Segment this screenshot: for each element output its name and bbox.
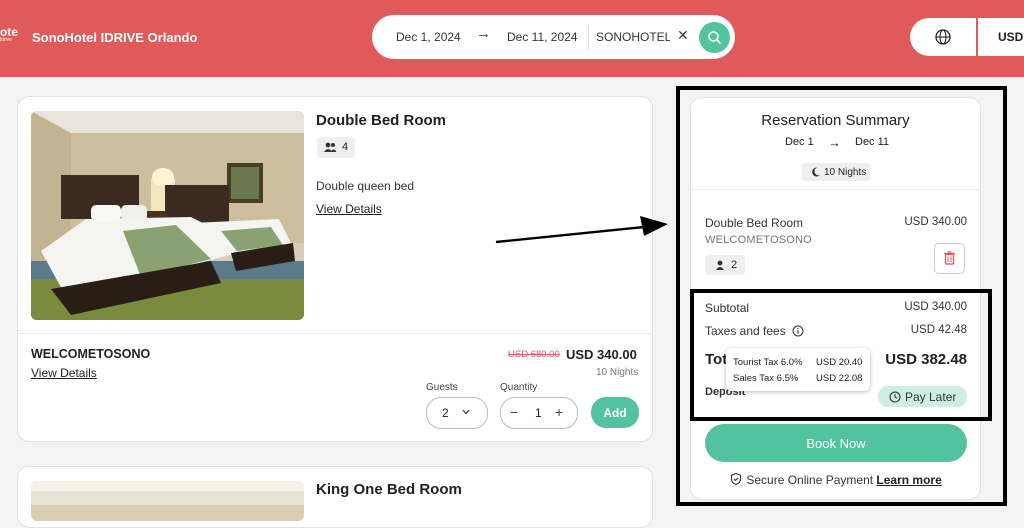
logo-text: ote — [0, 27, 18, 39]
moon-icon — [812, 167, 820, 177]
tax-value: USD 22.08 — [816, 373, 863, 384]
arrow-right-icon: → — [476, 25, 491, 42]
globe-icon — [935, 29, 951, 45]
original-price: USD 680.00 — [508, 349, 560, 360]
divider — [18, 333, 652, 334]
divider — [691, 189, 980, 190]
language-button[interactable] — [910, 18, 976, 56]
room-photo-image — [31, 481, 304, 521]
rate-nights: 10 Nights — [596, 367, 639, 378]
bed-type: Double queen bed — [316, 179, 415, 193]
quantity-label: Quantity — [500, 382, 538, 393]
tax-breakdown-tooltip: Tourist Tax 6.0% USD 20.40 Sales Tax 6.5… — [726, 348, 870, 391]
summary-date-from: Dec 1 — [785, 136, 814, 148]
nights-badge: 10 Nights — [802, 163, 870, 181]
subtotal-label: Subtotal — [705, 301, 750, 315]
shield-check-icon — [730, 472, 742, 486]
user-icon — [716, 260, 724, 270]
summary-guest-badge: 2 — [705, 255, 745, 275]
top-header: ote ldrive SonoHotel IDRIVE Orlando Dec … — [0, 0, 1024, 77]
summary-guest-count: 2 — [731, 259, 738, 271]
tax-name: Tourist Tax 6.0% — [733, 357, 803, 368]
promo-code-input[interactable]: SONOHOTELII — [596, 30, 670, 44]
checkin-date[interactable]: Dec 1, 2024 — [396, 30, 461, 44]
divider — [588, 25, 589, 49]
taxes-value: USD 42.48 — [910, 324, 967, 336]
summary-title: Reservation Summary — [761, 112, 910, 129]
pay-later-badge[interactable]: Pay Later — [878, 386, 967, 407]
summary-room-price: USD 340.00 — [904, 216, 967, 228]
capacity-count: 4 — [342, 141, 349, 153]
rate-details-link[interactable]: View Details — [31, 366, 97, 380]
capacity-badge: 4 — [317, 137, 355, 158]
chevron-down-icon — [462, 409, 470, 415]
quantity-stepper: − 1 + — [500, 397, 578, 429]
summary-room-name: Double Bed Room — [705, 216, 804, 230]
hotel-name: SonoHotel IDRIVE Orlando — [32, 30, 198, 45]
subtotal-value: USD 340.00 — [904, 301, 967, 313]
plus-icon[interactable]: + — [555, 404, 563, 420]
taxes-label: Taxes and fees — [705, 324, 786, 338]
room-photo[interactable] — [31, 481, 304, 521]
users-icon — [324, 142, 337, 152]
remove-room-button[interactable] — [934, 243, 965, 274]
tax-value: USD 20.40 — [816, 357, 863, 368]
guests-value: 2 — [442, 406, 449, 420]
room-title: Double Bed Room — [316, 112, 446, 129]
book-now-button[interactable]: Book Now — [705, 424, 967, 462]
currency-label: USD — [998, 30, 1024, 44]
room-card: King One Bed Room — [17, 466, 653, 528]
room-card: Double Bed Room 4 Double queen bed View … — [17, 96, 653, 442]
nights-count: 10 Nights — [824, 167, 867, 178]
view-details-link[interactable]: View Details — [316, 202, 382, 216]
search-button[interactable] — [699, 22, 730, 53]
currency-button[interactable]: USD — [978, 18, 1024, 56]
minus-icon[interactable]: − — [510, 404, 518, 420]
quantity-value: 1 — [535, 406, 542, 420]
add-room-button[interactable]: Add — [591, 397, 639, 428]
guests-select[interactable]: 2 — [426, 397, 488, 429]
guests-label: Guests — [426, 382, 458, 393]
secure-payment-note: Secure Online Payment Learn more — [729, 472, 942, 487]
secure-payment-text: Secure Online Payment — [746, 473, 874, 487]
tax-name: Sales Tax 6.5% — [733, 373, 799, 384]
search-bar: Dec 1, 2024 → Dec 11, 2024 SONOHOTELII ✕ — [372, 15, 735, 59]
room-photo-image — [31, 111, 304, 320]
room-photo[interactable] — [31, 111, 304, 320]
learn-more-link[interactable]: Learn more — [876, 473, 941, 487]
discounted-price: USD 340.00 — [566, 347, 637, 362]
total-value: USD 382.48 — [885, 351, 967, 368]
room-title: King One Bed Room — [316, 481, 462, 498]
summary-promo-code: WELCOMETOSONO — [705, 234, 812, 246]
search-icon — [708, 31, 721, 44]
reservation-summary: Reservation Summary Dec 1 → Dec 11 10 Ni… — [690, 97, 981, 500]
info-icon[interactable] — [792, 325, 804, 337]
hotel-logo[interactable]: ote ldrive — [0, 27, 20, 49]
rate-name: WELCOMETOSONO — [31, 347, 151, 361]
close-icon[interactable]: ✕ — [677, 27, 689, 44]
pay-later-label: Pay Later — [905, 390, 957, 404]
checkout-date[interactable]: Dec 11, 2024 — [507, 30, 578, 44]
summary-date-to: Dec 11 — [855, 136, 890, 148]
arrow-right-icon: → — [828, 135, 841, 150]
trash-icon — [944, 251, 955, 265]
clock-icon — [889, 391, 901, 403]
